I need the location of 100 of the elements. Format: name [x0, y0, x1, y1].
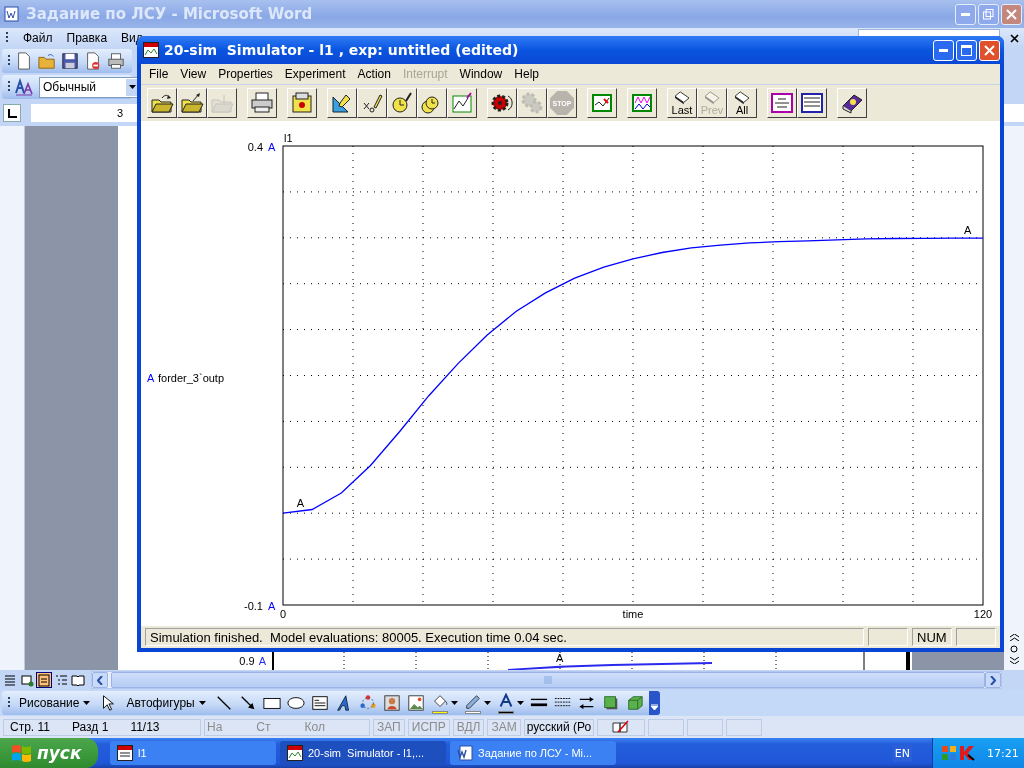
chart-title: l1 — [284, 132, 293, 144]
eraser-icon — [673, 91, 691, 105]
menu-item[interactable]: Window — [453, 67, 509, 81]
grip-icon — [6, 31, 9, 45]
grip-icon — [8, 696, 11, 710]
clipart-icon — [382, 694, 401, 712]
oval-icon — [286, 694, 305, 712]
printer-icon — [250, 91, 274, 115]
model-icon — [290, 91, 314, 115]
menu-item[interactable]: Help — [508, 67, 545, 81]
toolbar-button[interactable] — [387, 88, 417, 118]
arrow-style-icon — [577, 694, 596, 712]
style-dropdown[interactable]: Обычный — [39, 76, 140, 98]
taskbar-button[interactable]: 20-sim Simulator - l1,... — [280, 741, 446, 765]
vertical-scrollbar[interactable] — [1004, 126, 1024, 670]
toolbar-button[interactable] — [327, 88, 357, 118]
status-pane — [956, 628, 996, 646]
taskbar-button[interactable]: l1 — [110, 741, 276, 765]
axis-tick-label: 0 — [279, 608, 287, 620]
scale-label: 0.9 — [239, 655, 255, 667]
toolbar-button[interactable] — [177, 88, 207, 118]
toolbar-options-button[interactable] — [648, 691, 660, 715]
tab-stop-icon — [7, 108, 17, 118]
toolbar-button[interactable] — [247, 88, 277, 118]
close-icon — [984, 44, 995, 56]
series-marker: A — [258, 655, 266, 667]
toolbar-button[interactable] — [487, 88, 517, 118]
chevron-right-icon — [990, 675, 996, 685]
tray-app-icon — [959, 745, 975, 761]
series-marker: A — [268, 141, 276, 153]
menu-item[interactable]: Properties — [212, 67, 279, 81]
view-button[interactable] — [19, 672, 35, 688]
status-pane — [725, 718, 762, 736]
toolbar-button[interactable] — [495, 692, 525, 714]
caret-icon — [129, 85, 136, 89]
cube-icon — [625, 694, 644, 712]
page-up-icon — [1009, 634, 1019, 641]
equation-box-icon — [770, 91, 794, 115]
document-icon — [4, 6, 20, 22]
close-icon — [1010, 34, 1019, 43]
document-icon — [457, 745, 473, 761]
toolbar-button[interactable] — [357, 88, 387, 118]
status-pane — [647, 718, 684, 736]
toolbar-button[interactable] — [447, 88, 477, 118]
grip-icon — [8, 54, 11, 68]
toolbar-menu[interactable]: Рисование — [15, 696, 95, 710]
toolbar-button[interactable]: Last — [667, 88, 697, 118]
language-indicator[interactable]: EN — [892, 744, 912, 762]
graph-icon — [630, 91, 654, 115]
toolbar-button[interactable] — [106, 50, 126, 72]
toolbar-menu[interactable]: Автофигуры — [122, 696, 210, 710]
app-icon — [117, 745, 133, 761]
menu-item[interactable]: Файл — [23, 31, 53, 45]
toolbar-button[interactable] — [60, 50, 80, 72]
close-button[interactable] — [1001, 3, 1022, 25]
toolbar-button[interactable] — [147, 88, 177, 118]
equation-box-icon — [800, 91, 824, 115]
scroll-left-button[interactable] — [92, 672, 108, 688]
menu-item[interactable]: File — [143, 67, 175, 81]
diagram-icon — [358, 694, 377, 712]
web-view-icon — [20, 673, 34, 687]
status-text: 11/13 — [130, 720, 160, 734]
menu-item[interactable]: View — [174, 67, 213, 81]
view-button[interactable] — [36, 672, 52, 688]
toolbar-button[interactable] — [587, 88, 617, 118]
menu-item[interactable]: Action — [351, 67, 397, 81]
toolbar-button[interactable] — [837, 88, 867, 118]
curve-marker: A — [963, 224, 972, 237]
menu-item[interactable]: Experiment — [278, 67, 352, 81]
scroll-right-button[interactable] — [985, 672, 1001, 688]
clock-icon — [390, 91, 414, 115]
toolbar-button[interactable] — [417, 88, 447, 118]
series-marker: A — [147, 371, 155, 384]
status-text: Разд 1 — [71, 720, 109, 734]
caret-icon — [483, 701, 491, 705]
tab-selector[interactable] — [3, 104, 21, 122]
minimize-icon — [961, 12, 970, 16]
view-button[interactable] — [70, 672, 86, 688]
toolbar-button[interactable] — [287, 88, 317, 118]
toolbar-button[interactable] — [627, 88, 657, 118]
maximize-icon — [961, 44, 972, 56]
taskbar-button[interactable]: Задание по ЛСУ - Mi... — [450, 741, 616, 765]
folder-icon — [180, 91, 204, 115]
page-down-icon — [1009, 657, 1019, 664]
graph-icon — [590, 91, 614, 115]
window-title: Задание по ЛСУ - Microsoft Word — [26, 5, 314, 23]
toolbar-button[interactable] — [767, 88, 797, 118]
menu-item[interactable]: Правка — [66, 31, 108, 45]
toolbar-button[interactable] — [797, 88, 827, 118]
toolbar-button[interactable]: All — [727, 88, 757, 118]
language-indicator[interactable]: русский (Ро — [523, 718, 594, 736]
text-box-icon — [310, 694, 329, 712]
start-button[interactable]: пуск — [0, 738, 98, 768]
maximize-button[interactable] — [956, 39, 977, 61]
print-layout-icon — [37, 673, 51, 687]
axis-tick-label: 120 — [973, 608, 993, 620]
toolbar-button[interactable] — [429, 692, 459, 714]
pen-icon — [463, 692, 482, 711]
toolbar-button[interactable] — [462, 692, 492, 714]
windows-logo-icon — [10, 743, 32, 763]
